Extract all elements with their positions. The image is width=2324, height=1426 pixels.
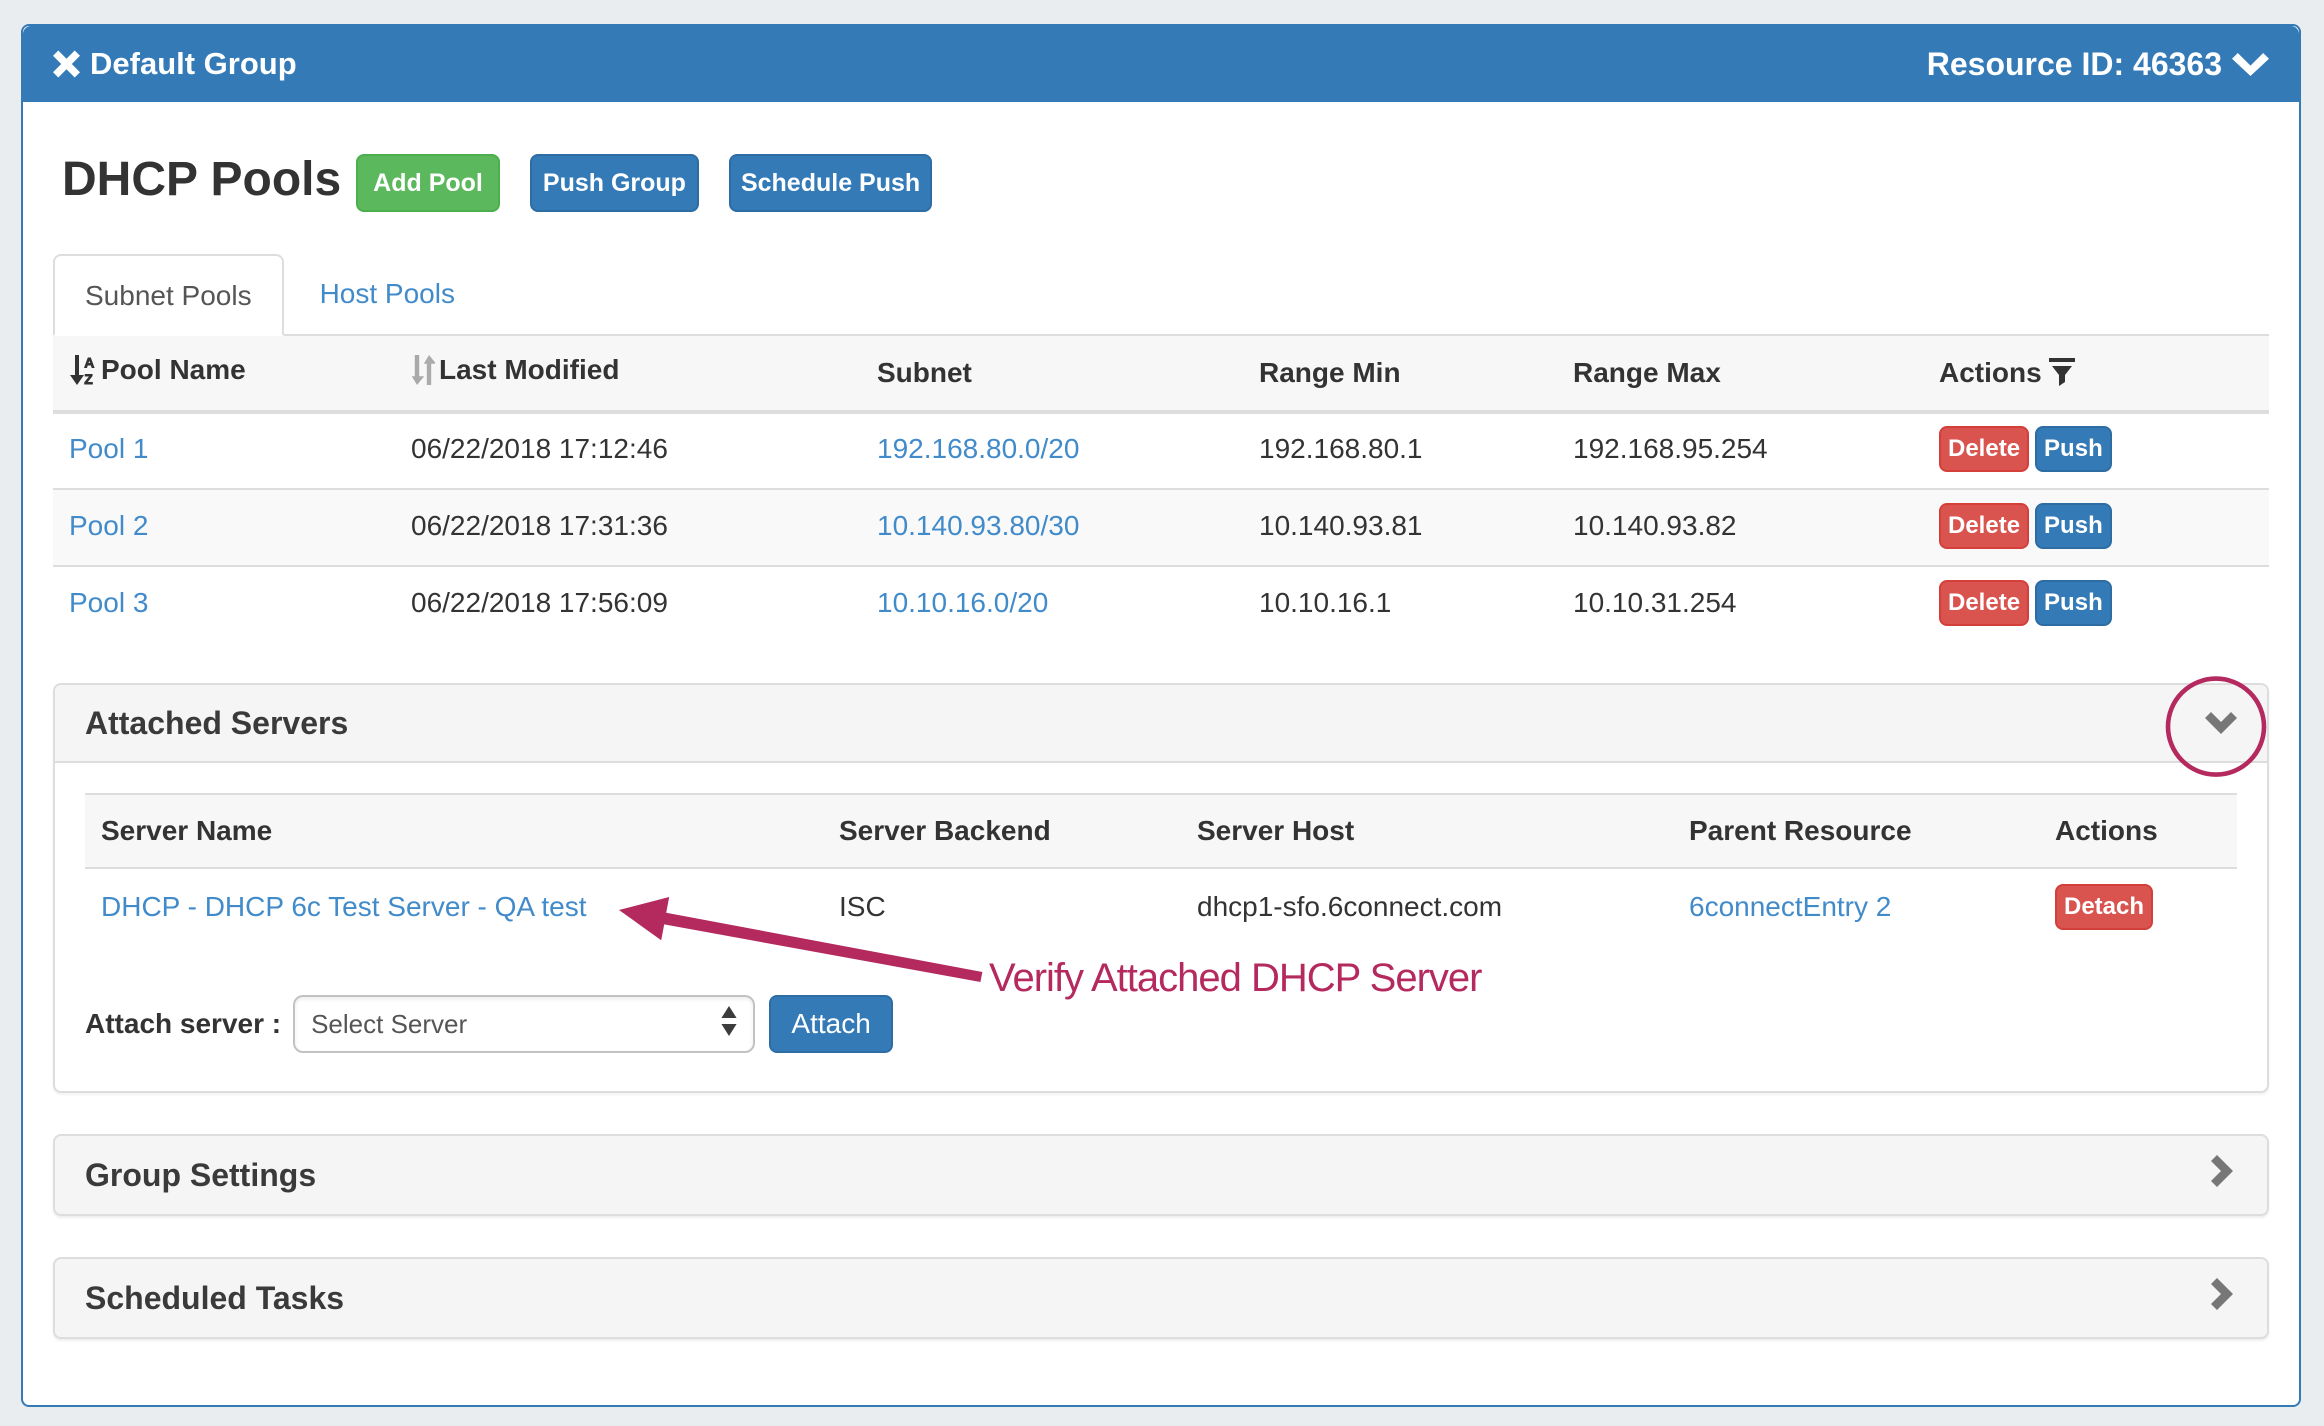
svg-text:A: A bbox=[84, 355, 94, 370]
svg-text:Z: Z bbox=[84, 371, 93, 385]
